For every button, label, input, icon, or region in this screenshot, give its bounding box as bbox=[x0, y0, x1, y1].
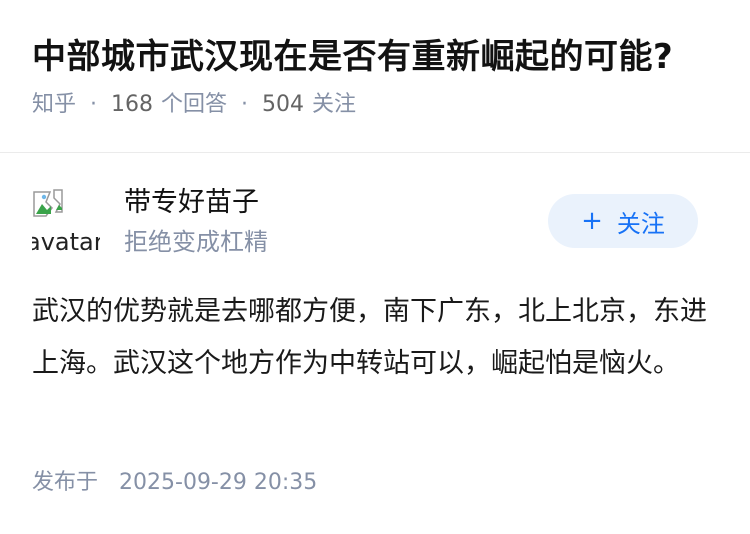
answer-content: 武汉的优势就是去哪都方便，南下广东，北上北京，东进上海。武汉这个地方作为中转站可… bbox=[32, 296, 707, 379]
follower-count: 504 bbox=[262, 92, 305, 117]
question-title[interactable]: 中部城市武汉现在是否有重新崛起的可能? bbox=[32, 34, 718, 80]
answer-count: 168 bbox=[111, 92, 154, 117]
question-header: 中部城市武汉现在是否有重新崛起的可能? 知乎 · 168 个回答 · 504 关… bbox=[0, 0, 750, 117]
question-meta: 知乎 · 168 个回答 · 504 关注 bbox=[32, 90, 718, 120]
follow-button[interactable]: + 关注 bbox=[548, 194, 698, 248]
author-row: avatar 带专好苗子 拒绝变成杠精 + 关注 bbox=[32, 186, 718, 258]
publish-time: 2025-09-29 20:35 bbox=[119, 470, 318, 495]
avatar-alt-text: avatar bbox=[32, 228, 100, 256]
follow-button-label: 关注 bbox=[616, 209, 665, 238]
meta-separator: · bbox=[90, 92, 98, 117]
answer-publish-info: 发布于 2025-09-29 20:35 bbox=[32, 468, 317, 498]
author-name[interactable]: 带专好苗子 bbox=[124, 186, 259, 220]
plus-icon: + bbox=[581, 206, 603, 236]
author-bio: 拒绝变成杠精 bbox=[124, 228, 268, 256]
section-divider bbox=[0, 152, 750, 153]
follower-count-label: 关注 bbox=[312, 92, 357, 117]
meta-separator: · bbox=[241, 92, 249, 117]
avatar[interactable]: avatar bbox=[32, 188, 100, 256]
answer-count-label: 个回答 bbox=[161, 92, 228, 117]
broken-image-icon bbox=[33, 189, 63, 217]
zhihu-answer-page: 中部城市武汉现在是否有重新崛起的可能? 知乎 · 168 个回答 · 504 关… bbox=[0, 0, 750, 534]
publish-label: 发布于 bbox=[32, 470, 99, 495]
source-label[interactable]: 知乎 bbox=[32, 90, 76, 120]
